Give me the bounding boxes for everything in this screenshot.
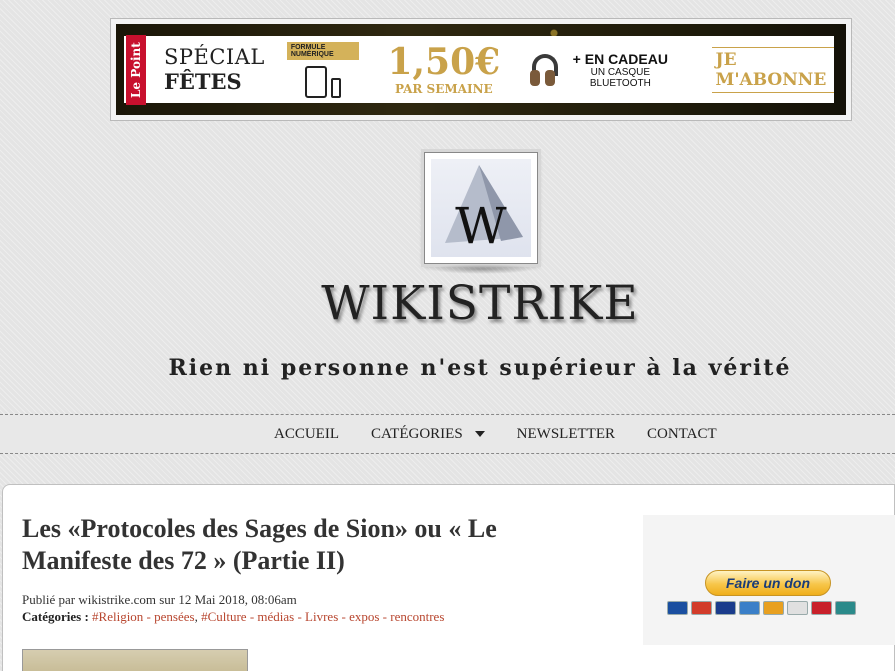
- post-categories: Catégories : #Religion - pensées, #Cultu…: [22, 609, 444, 625]
- cb-card-icon: [835, 601, 856, 615]
- cofinoga-card-icon: [787, 601, 808, 615]
- post-title[interactable]: Les «Protocoles des Sages de Sion» ou « …: [22, 513, 602, 577]
- ad-special: SPÉCIAL FÊTES: [164, 45, 265, 93]
- categories-label: Catégories :: [22, 609, 89, 624]
- nav-item-categories[interactable]: CATÉGORIES: [355, 426, 501, 443]
- payment-cards: [667, 601, 856, 615]
- site-tagline: Rien ni personne n'est supérieur à la vé…: [168, 355, 792, 381]
- nav-items: ACCUEIL CATÉGORIES NEWSLETTER CONTACT: [258, 415, 733, 453]
- sidebar-donate-widget: Faire un don: [643, 515, 895, 645]
- ad-gift-line2: UN CASQUE BLUETOOTH: [589, 66, 651, 89]
- ad-price-amount: 1,50€: [387, 40, 501, 83]
- nav-item-label: ACCUEIL: [274, 425, 339, 442]
- ad-formule: FORMULE NUMÉRIQUE: [286, 41, 360, 98]
- caret-down-icon: [474, 431, 485, 437]
- subscribe-button[interactable]: JE M'ABONNE: [711, 46, 834, 93]
- le-point-logo: Le Point: [126, 34, 146, 105]
- amex-card-icon: [739, 601, 760, 615]
- nav-item-label: NEWSLETTER: [516, 425, 615, 442]
- maestro-card-icon: [667, 601, 688, 615]
- nav-item-accueil[interactable]: ACCUEIL: [258, 426, 355, 443]
- ad-banner[interactable]: Le Point SPÉCIAL FÊTES FORMULE NUMÉRIQUE…: [110, 18, 852, 121]
- ad-price: 1,50€ PAR SEMAINE: [387, 44, 500, 96]
- ad-content[interactable]: Le Point SPÉCIAL FÊTES FORMULE NUMÉRIQUE…: [124, 34, 834, 105]
- tablet-icon: [305, 65, 328, 98]
- main-content: Les «Protocoles des Sages de Sion» ou « …: [2, 484, 895, 671]
- aurore-card-icon: [811, 601, 832, 615]
- post-meta: Publié par wikistrike.com sur 12 Mai 201…: [22, 592, 297, 607]
- ad-gift-line1: + EN CADEAU: [572, 50, 668, 67]
- nav-item-newsletter[interactable]: NEWSLETTER: [501, 426, 631, 443]
- visa-card-icon: [715, 601, 736, 615]
- phone-icon: [331, 77, 342, 98]
- headphones-icon: [530, 53, 559, 86]
- ad-background: Le Point SPÉCIAL FÊTES FORMULE NUMÉRIQUE…: [116, 24, 846, 115]
- main-nav: ACCUEIL CATÉGORIES NEWSLETTER CONTACT: [0, 414, 895, 454]
- mastercard-card-icon: [691, 601, 712, 615]
- ad-special-line2: FÊTES: [164, 68, 242, 94]
- site-logo[interactable]: W: [424, 152, 538, 264]
- post-thumbnail[interactable]: [22, 649, 248, 671]
- category-link-culture[interactable]: #Culture - médias - Livres - expos - ren…: [201, 609, 444, 624]
- logo-shadow: [430, 264, 534, 274]
- nav-item-label: CATÉGORIES: [371, 425, 463, 442]
- ad-gift: + EN CADEAU UN CASQUE BLUETOOTH: [569, 51, 671, 89]
- category-link-religion[interactable]: #Religion - pensées: [92, 609, 195, 624]
- nav-item-contact[interactable]: CONTACT: [631, 426, 733, 443]
- ad-price-period: PAR SEMAINE: [394, 81, 493, 96]
- ad-formule-tag: FORMULE NUMÉRIQUE: [286, 41, 360, 60]
- ad-devices: [305, 65, 342, 98]
- donate-button[interactable]: Faire un don: [705, 570, 831, 596]
- logo-image: W: [431, 159, 531, 257]
- logo-letter: W: [455, 197, 507, 255]
- discover-card-icon: [763, 601, 784, 615]
- site-title[interactable]: WIKISTRIKE: [0, 276, 895, 331]
- nav-item-label: CONTACT: [647, 425, 717, 442]
- ad-special-line1: SPÉCIAL: [164, 45, 265, 70]
